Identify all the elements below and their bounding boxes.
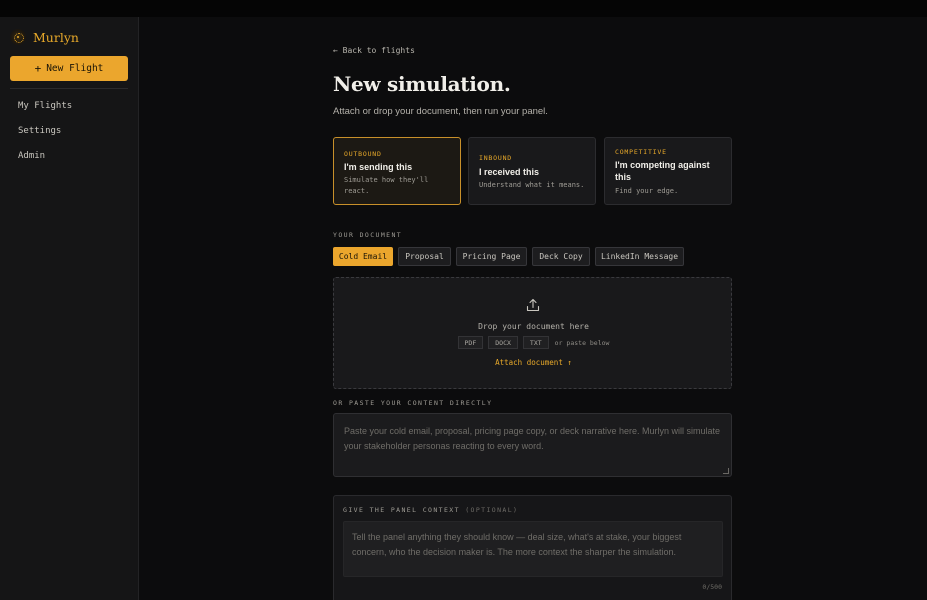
panel-context-card: GIVE THE PANEL CONTEXT (OPTIONAL) Tell t… [333, 495, 732, 600]
sidebar-item-settings[interactable]: Settings [18, 126, 61, 136]
mode-description: Find your edge. [615, 187, 679, 195]
doc-type-cold-email[interactable]: Cold Email [333, 247, 393, 266]
plus-icon: + [34, 62, 42, 75]
panel-context-label: GIVE THE PANEL CONTEXT (OPTIONAL) [343, 506, 518, 514]
window-top-bar [0, 0, 927, 17]
doc-type-deck-copy[interactable]: Deck Copy [532, 247, 590, 266]
mode-card-outbound[interactable]: OUTBOUND I'm sending this Simulate how t… [333, 137, 461, 205]
file-types-note: or paste below [554, 338, 610, 347]
file-type-badge: TXT [522, 336, 549, 349]
sidebar-item-admin[interactable]: Admin [18, 151, 45, 161]
doc-type-linkedin-message[interactable]: LinkedIn Message [595, 247, 684, 266]
sidebar: Murlyn + New Flight My Flights Settings … [0, 17, 139, 600]
paste-content-textarea[interactable]: Paste your cold email, proposal, pricing… [333, 413, 732, 477]
paste-content-label: OR PASTE YOUR CONTENT DIRECTLY [333, 399, 493, 407]
resize-handle-icon[interactable] [723, 468, 729, 474]
mode-title: I'm competing against this [615, 160, 710, 182]
upload-icon [526, 298, 540, 312]
back-to-flights-link[interactable]: ← Back to flights [333, 46, 415, 55]
murlyn-logo-icon [10, 29, 26, 45]
file-type-badge: DOCX [488, 336, 518, 349]
mode-card-competitive[interactable]: COMPETITIVE I'm competing against this F… [604, 137, 732, 205]
doc-type-pricing-page[interactable]: Pricing Page [456, 247, 527, 266]
page-subtitle: Attach or drop your document, then run y… [333, 106, 548, 117]
character-counter: 0/500 [702, 583, 722, 591]
paste-placeholder: Paste your cold email, proposal, pricing… [344, 426, 721, 451]
mode-card-inbound[interactable]: INBOUND I received this Understand what … [468, 137, 596, 205]
optional-tag: (OPTIONAL) [465, 506, 519, 514]
mode-description: Simulate how they'll react. [344, 176, 429, 195]
sidebar-divider [10, 88, 128, 89]
mode-kicker: COMPETITIVE [615, 148, 667, 156]
accepted-file-types: PDF DOCX TXT or paste below [334, 336, 733, 349]
panel-context-title: GIVE THE PANEL CONTEXT [343, 506, 460, 514]
new-flight-label: New Flight [46, 63, 104, 74]
mode-kicker: INBOUND [479, 154, 512, 162]
attach-document-button[interactable]: Attach document ↑ [334, 358, 733, 367]
drop-instructions: Drop your document here [478, 322, 589, 331]
your-document-label: YOUR DOCUMENT [333, 231, 403, 239]
mode-kicker: OUTBOUND [344, 150, 382, 158]
file-type-badge: PDF [457, 336, 484, 349]
mode-title: I received this [479, 167, 540, 177]
brand[interactable]: Murlyn [10, 27, 79, 47]
brand-name: Murlyn [33, 29, 79, 45]
doc-type-proposal[interactable]: Proposal [398, 247, 451, 266]
mode-description: Understand what it means. [479, 181, 585, 189]
new-flight-button[interactable]: + New Flight [10, 56, 128, 81]
context-placeholder: Tell the panel anything they should know… [352, 532, 682, 557]
document-dropzone[interactable]: Drop your document here PDF DOCX TXT or … [333, 277, 732, 389]
sidebar-item-my-flights[interactable]: My Flights [18, 101, 72, 111]
page-title: New simulation. [333, 72, 511, 96]
mode-title: I'm sending this [344, 162, 413, 172]
panel-context-textarea[interactable]: Tell the panel anything they should know… [343, 521, 723, 577]
